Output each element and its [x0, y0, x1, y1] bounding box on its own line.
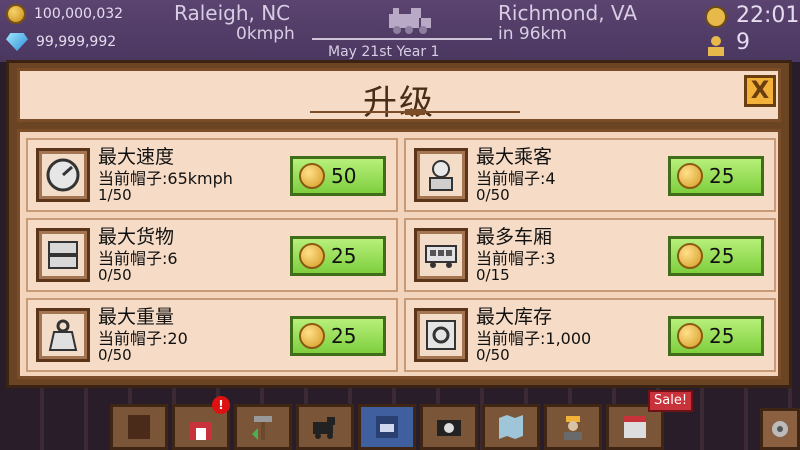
coin-icon [677, 243, 703, 269]
gem-balance: 99,999,992 [6, 33, 116, 51]
trains-button[interactable] [296, 404, 354, 450]
upgrade-progress: 0/50 [98, 346, 132, 364]
game-time: 22:01 [736, 3, 800, 28]
gem-icon [6, 33, 28, 51]
upgrade-price: 25 [331, 244, 357, 268]
distance-remaining: in 96km [498, 24, 567, 44]
upgrade-dialog: 升级 X 最大速度 当前帽子:65kmph 1/50 50 最大乘客 当前帽子:… [6, 60, 792, 388]
upgrade-card-max-cargo: 最大货物 当前帽子:6 0/50 25 [26, 218, 398, 292]
close-button[interactable]: X [744, 75, 776, 107]
shop-icon [624, 416, 646, 438]
map-button[interactable] [482, 404, 540, 450]
gem-amount: 99,999,992 [36, 34, 117, 50]
icon-background [420, 154, 462, 196]
coin-icon [677, 323, 703, 349]
hammer-icon [252, 416, 272, 440]
upgrade-price: 25 [709, 324, 735, 348]
upgrade-icon-frame [414, 228, 468, 282]
upgrade-icon-frame [36, 308, 90, 362]
top-hud: 100,000,032 99,999,992 Raleigh, NC 0kmph… [0, 0, 800, 62]
dialog-header: 升级 [17, 68, 781, 123]
build-button[interactable] [234, 404, 292, 450]
icon-background [420, 314, 462, 356]
passenger-count-icon [708, 36, 724, 56]
cargo-icon [48, 241, 78, 269]
camera-button[interactable] [420, 404, 478, 450]
train-catalog-icon [376, 416, 398, 438]
passenger-count: 9 [736, 30, 750, 55]
clock-icon [705, 6, 727, 28]
coin-icon [677, 163, 703, 189]
route-progress-track [312, 38, 492, 40]
coin-amount: 100,000,032 [34, 6, 124, 22]
bottom-toolbar [110, 404, 664, 450]
upgrade-card-max-cars: 最多车厢 当前帽子:3 0/15 25 [404, 218, 776, 292]
game-date: May 21st Year 1 [328, 44, 440, 60]
upgrade-price: 50 [331, 164, 357, 188]
origin-city: Raleigh, NC [174, 1, 291, 25]
buy-upgrade-button[interactable]: 25 [668, 236, 764, 276]
coin-balance: 100,000,032 [6, 4, 123, 24]
train-icon [389, 8, 431, 34]
upgrade-card-max-speed: 最大速度 当前帽子:65kmph 1/50 50 [26, 138, 398, 212]
upgrade-price: 25 [709, 164, 735, 188]
upgrade-card-max-storage: 最大库存 当前帽子:1,000 0/50 25 [404, 298, 776, 372]
sale-badge: Sale! [648, 390, 694, 412]
dialog-title: 升级 [363, 83, 435, 123]
title-ornament [310, 109, 520, 115]
alert-badge: ! [212, 396, 230, 414]
railcar-icon [425, 245, 457, 268]
coin-icon [299, 243, 325, 269]
upgrade-progress: 0/50 [98, 266, 132, 284]
destination-city: Richmond, VA [498, 1, 638, 25]
gear-icon [772, 421, 788, 437]
buy-upgrade-button[interactable]: 50 [290, 156, 386, 196]
upgrade-progress: 0/50 [476, 186, 510, 204]
buy-upgrade-button[interactable]: 25 [290, 316, 386, 356]
coin-icon [6, 4, 26, 24]
workers-button[interactable] [544, 404, 602, 450]
upgrade-icon-frame [414, 308, 468, 362]
buy-upgrade-button[interactable]: 25 [668, 156, 764, 196]
train-icon [313, 417, 335, 439]
coin-icon [299, 163, 325, 189]
icon-background [42, 314, 84, 356]
buy-upgrade-button[interactable]: 25 [290, 236, 386, 276]
book-icon [128, 415, 150, 439]
upgrade-card-max-weight: 最大重量 当前帽子:20 0/50 25 [26, 298, 398, 372]
upgrade-icon-frame [414, 148, 468, 202]
upgrade-card-max-passengers: 最大乘客 当前帽子:4 0/50 25 [404, 138, 776, 212]
worker-icon [564, 416, 582, 440]
map-icon [499, 415, 523, 439]
train-catalog-button[interactable] [358, 404, 416, 450]
settings-button[interactable] [760, 408, 800, 450]
buy-upgrade-button[interactable]: 25 [668, 316, 764, 356]
coin-icon [299, 323, 325, 349]
current-speed: 0kmph [236, 24, 295, 44]
book-button[interactable] [110, 404, 168, 450]
icon-background [420, 234, 462, 276]
upgrade-price: 25 [331, 324, 357, 348]
safe-icon [426, 320, 456, 350]
upgrade-icon-frame [36, 148, 90, 202]
upgrade-price: 25 [709, 244, 735, 268]
upgrade-progress: 1/50 [98, 186, 132, 204]
passenger-icon [429, 160, 453, 191]
speedometer-icon [46, 158, 80, 192]
station-upgrade-icon [190, 422, 212, 440]
icon-background [42, 154, 84, 196]
upgrade-progress: 0/15 [476, 266, 510, 284]
weight-icon [48, 319, 78, 351]
icon-background [42, 234, 84, 276]
upgrade-progress: 0/50 [476, 346, 510, 364]
camera-icon [437, 420, 461, 436]
upgrade-panel: 最大速度 当前帽子:65kmph 1/50 50 最大乘客 当前帽子:4 0/5… [17, 129, 781, 379]
upgrade-icon-frame [36, 228, 90, 282]
